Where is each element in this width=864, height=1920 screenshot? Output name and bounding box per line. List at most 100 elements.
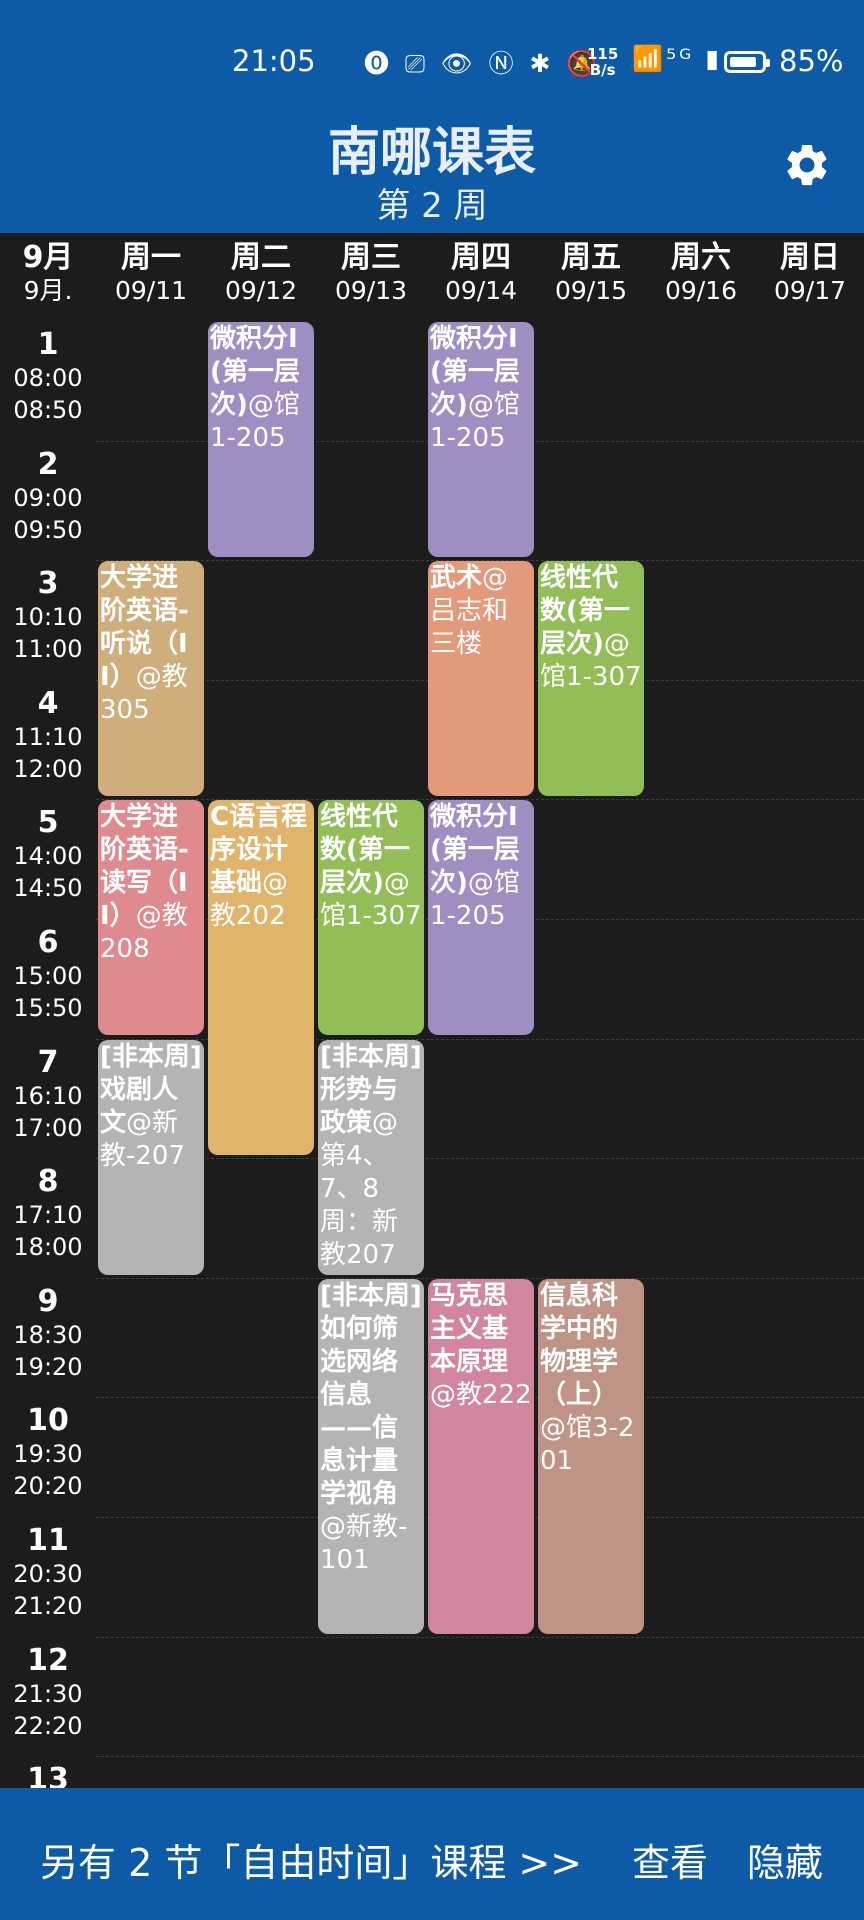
period-end-time: 12:00	[13, 754, 83, 783]
period-start-time: 14:00	[13, 842, 83, 871]
course-name: 信息科学中的物理学（上）	[540, 1281, 619, 1410]
day-date: 09/12	[224, 276, 298, 305]
period-start-time: 11:10	[13, 722, 83, 751]
battery-percent: 85%	[779, 44, 844, 78]
course-card[interactable]: [非本周]戏剧人文@新教-207	[98, 1040, 204, 1275]
period-start-time: 19:30	[13, 1440, 83, 1469]
day-name: 周二	[231, 240, 291, 275]
course-location: @教222	[430, 1380, 532, 1410]
day-header-tue: 周二 09/12	[206, 240, 316, 318]
day-name: 周日	[780, 240, 840, 275]
course-name: 马克思主义基本原理	[430, 1281, 509, 1377]
period-start-time: 20:30	[13, 1560, 83, 1588]
period-start-time: 17:10	[13, 1201, 83, 1230]
period-end-time: 14:50	[13, 874, 83, 903]
period-start-time: 08:00	[13, 364, 83, 392]
course-card[interactable]: 微积分I(第一层次)@馆1-205	[428, 800, 534, 1035]
view-button[interactable]: 查看	[632, 1832, 708, 1887]
period-label: 7 16:10 17:00	[0, 1044, 96, 1144]
day-date: 09/13	[334, 276, 408, 305]
period-start-time: 18:30	[13, 1320, 83, 1349]
month-label: 9月	[22, 240, 74, 275]
day-name: 周四	[451, 240, 511, 275]
period-label: 8 17:10 18:00	[0, 1165, 96, 1263]
period-label: 9 18:30 19:20	[0, 1283, 96, 1383]
period-number: 2	[37, 446, 59, 482]
period-label: 12 21:30 22:20	[0, 1642, 96, 1742]
day-header-sun: 周日 09/17	[756, 240, 864, 318]
course-name: [非本周]如何筛选网络信息——信息计量学视角	[320, 1281, 422, 1509]
course-card[interactable]: 线性代数(第一层次)@馆1-307	[318, 800, 424, 1035]
period-start-time: 16:10	[13, 1081, 83, 1110]
day-date: 09/16	[664, 276, 738, 305]
course-card[interactable]: 马克思主义基本原理@教222	[428, 1279, 534, 1634]
period-end-time: 17:00	[13, 1113, 83, 1142]
period-number: 9	[37, 1283, 59, 1319]
period-end-time: 20:20	[13, 1472, 83, 1501]
hide-button[interactable]: 隐藏	[747, 1832, 823, 1887]
period-end-time: 22:20	[13, 1711, 83, 1740]
period-number: 4	[37, 685, 59, 721]
course-card[interactable]: 信息科学中的物理学（上）@馆3-201	[538, 1279, 644, 1634]
battery-fill	[730, 57, 756, 67]
week-label[interactable]: 第 2 周	[0, 178, 864, 227]
day-name: 周五	[561, 240, 621, 275]
row-divider	[96, 1158, 864, 1159]
course-name: C语言程序设计基础	[210, 802, 308, 898]
month-header: 9月 9月.	[0, 240, 96, 318]
status-icons: ⓿ ⎚ 👁 Ⓝ ✱ 🔕	[364, 49, 602, 78]
period-number: 1	[37, 327, 59, 362]
signal-icons: 📶⁵ᴳ ▮	[632, 44, 723, 73]
period-start-time: 21:30	[13, 1679, 83, 1708]
course-card[interactable]: 微积分I(第一层次)@馆1-205	[428, 322, 534, 557]
period-number: 6	[37, 925, 59, 960]
period-number: 5	[37, 805, 59, 841]
day-header-fri: 周五 09/15	[536, 240, 646, 318]
period-label: 5 14:00 14:50	[0, 806, 96, 904]
row-divider	[96, 1637, 864, 1638]
period-label: 10 19:30 20:20	[0, 1404, 96, 1502]
row-divider	[96, 1756, 864, 1757]
period-end-time: 11:00	[13, 635, 83, 664]
period-number: 8	[37, 1164, 59, 1200]
battery-icon	[724, 51, 770, 73]
course-card[interactable]: 微积分I(第一层次)@馆1-205	[208, 322, 314, 557]
course-card[interactable]: 武术@吕志和三楼	[428, 561, 534, 796]
period-label: 2 09:00 09:50	[0, 446, 96, 546]
period-start-time: 09:00	[13, 483, 83, 512]
day-header-wed: 周三 09/13	[316, 240, 426, 318]
day-date: 09/17	[773, 276, 847, 305]
gear-icon[interactable]	[782, 140, 832, 190]
period-label: 4 11:10 12:00	[0, 685, 96, 785]
course-location: @馆3-201	[540, 1413, 635, 1476]
period-number: 11	[27, 1523, 69, 1558]
status-time: 21:05	[232, 44, 316, 78]
course-card[interactable]: [非本周]形势与政策@第4、7、8周：新教207	[318, 1040, 424, 1275]
course-card[interactable]: 线性代数(第一层次)@馆1-307	[538, 561, 644, 796]
day-header-mon: 周一 09/11	[96, 240, 206, 318]
app-header: 南哪课表 第 2 周	[0, 110, 864, 233]
period-number: 3	[37, 566, 59, 602]
period-end-time: 21:20	[13, 1592, 83, 1620]
day-header-thu: 周四 09/14	[426, 240, 536, 318]
status-bar: 21:05 ⓿ ⎚ 👁 Ⓝ ✱ 🔕 115 B/s 📶⁵ᴳ ▮ 85%	[0, 0, 864, 110]
period-label: 1 08:00 08:50	[0, 328, 96, 426]
period-end-time: 18:00	[13, 1233, 83, 1262]
period-end-time: 08:50	[13, 396, 83, 424]
period-label: 6 15:00 15:50	[0, 926, 96, 1024]
period-number: 7	[37, 1044, 59, 1080]
course-card[interactable]: [非本周]如何筛选网络信息——信息计量学视角@新教-101	[318, 1279, 424, 1634]
app-title: 南哪课表	[327, 123, 536, 183]
period-number: 12	[27, 1642, 69, 1678]
free-time-message[interactable]: 另有 2 节「自由时间」课程 >>	[40, 1832, 582, 1887]
course-card[interactable]: 大学进阶英语-读写（II）@教208	[98, 800, 204, 1035]
period-label: 11 20:30 21:20	[0, 1524, 96, 1622]
course-card[interactable]: C语言程序设计基础@教202	[208, 800, 314, 1155]
month-sub-label: 9月.	[23, 276, 73, 305]
course-name: 武术	[430, 563, 483, 593]
day-date: 09/11	[114, 276, 188, 305]
day-name: 周三	[341, 240, 401, 275]
bottom-bar: 另有 2 节「自由时间」课程 >> 查看 隐藏	[0, 1788, 864, 1920]
day-date: 09/15	[554, 276, 628, 305]
course-card[interactable]: 大学进阶英语-听说（II）@教305	[98, 561, 204, 796]
